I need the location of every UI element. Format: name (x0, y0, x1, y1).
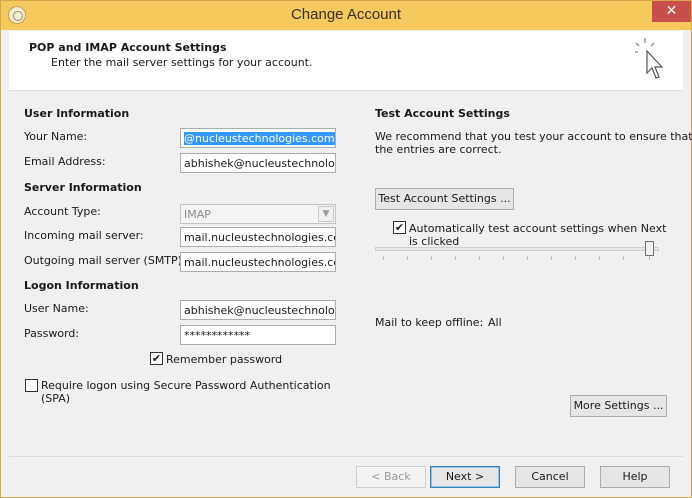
slider-tick (599, 256, 600, 260)
auto-test-checkbox[interactable]: ✔ (393, 221, 406, 234)
user-name-field[interactable]: abhishek@nucleustechnolo (180, 300, 336, 320)
slider-tick (623, 256, 624, 260)
back-button[interactable]: < Back (356, 466, 426, 488)
spa-label-line2: (SPA) (41, 392, 71, 405)
slider-tick (649, 256, 650, 260)
outgoing-server-field[interactable]: mail.nucleustechnologies.cc (180, 252, 336, 272)
slider-tick (479, 256, 480, 260)
account-type-value: IMAP (184, 208, 211, 221)
close-button[interactable]: ✕ (652, 1, 691, 22)
offline-label: Mail to keep offline: (375, 316, 484, 329)
slider-tick (383, 256, 384, 260)
slider-tick (527, 256, 528, 260)
slider-tick (431, 256, 432, 260)
window-title: Change Account (290, 6, 402, 23)
user-info-heading: User Information (24, 107, 130, 120)
incoming-server-field[interactable]: mail.nucleustechnologies.cc (180, 227, 336, 247)
header-title: POP and IMAP Account Settings (29, 41, 227, 54)
spa-label-line1: Require logon using Secure Password Auth… (41, 379, 331, 392)
your-name-field[interactable]: @nucleustechnologies.com (180, 128, 336, 148)
spa-checkbox[interactable] (25, 379, 38, 392)
server-info-heading: Server Information (24, 181, 142, 194)
account-type-select[interactable]: IMAP ▼ (180, 204, 336, 224)
help-button[interactable]: Help (600, 466, 670, 488)
remember-password-label: Remember password (166, 353, 283, 366)
incoming-server-label: Incoming mail server: (24, 229, 144, 242)
remember-password-checkbox[interactable]: ✔ (150, 352, 163, 365)
test-settings-desc-line2: the entries are correct. (375, 143, 502, 156)
auto-test-label-line1: Automatically test account settings when… (409, 222, 667, 235)
test-settings-heading: Test Account Settings (375, 107, 510, 120)
user-name-label: User Name: (24, 302, 89, 315)
slider-tick (503, 256, 504, 260)
cancel-button[interactable]: Cancel (515, 466, 585, 488)
your-name-label: Your Name: (24, 130, 88, 143)
header-subtitle: Enter the mail server settings for your … (51, 56, 313, 69)
slider-tick (575, 256, 576, 260)
more-settings-button[interactable]: More Settings ... (570, 395, 667, 417)
email-field[interactable]: abhishek@nucleustechnolo (180, 153, 336, 173)
logon-info-heading: Logon Information (24, 279, 139, 292)
dialog-body: User Information Your Name: @nucleustech… (9, 92, 692, 456)
title-bar: Change Account ✕ (1, 1, 691, 30)
test-settings-desc-line1: We recommend that you test your account … (375, 130, 692, 143)
slider-tick (455, 256, 456, 260)
next-button[interactable]: Next > (430, 466, 500, 488)
offline-slider-thumb[interactable] (645, 241, 654, 256)
password-label: Password: (24, 327, 80, 340)
chevron-down-icon[interactable]: ▼ (318, 206, 334, 222)
account-type-label: Account Type: (24, 205, 101, 218)
offline-slider-track[interactable] (375, 247, 659, 251)
change-account-window: Change Account ✕ POP and IMAP Account Se… (0, 0, 692, 498)
password-field[interactable]: ************ (180, 325, 336, 345)
slider-tick (551, 256, 552, 260)
wizard-cursor-icon (635, 38, 664, 79)
offline-value: All (488, 316, 502, 329)
dialog-header: POP and IMAP Account Settings Enter the … (9, 31, 683, 91)
slider-tick (407, 256, 408, 260)
test-account-settings-button[interactable]: Test Account Settings ... (375, 188, 514, 210)
email-label: Email Address: (24, 155, 106, 168)
footer-divider (9, 456, 683, 457)
outgoing-server-label: Outgoing mail server (SMTP): (24, 254, 186, 267)
your-name-value: @nucleustechnologies.com (184, 132, 335, 145)
